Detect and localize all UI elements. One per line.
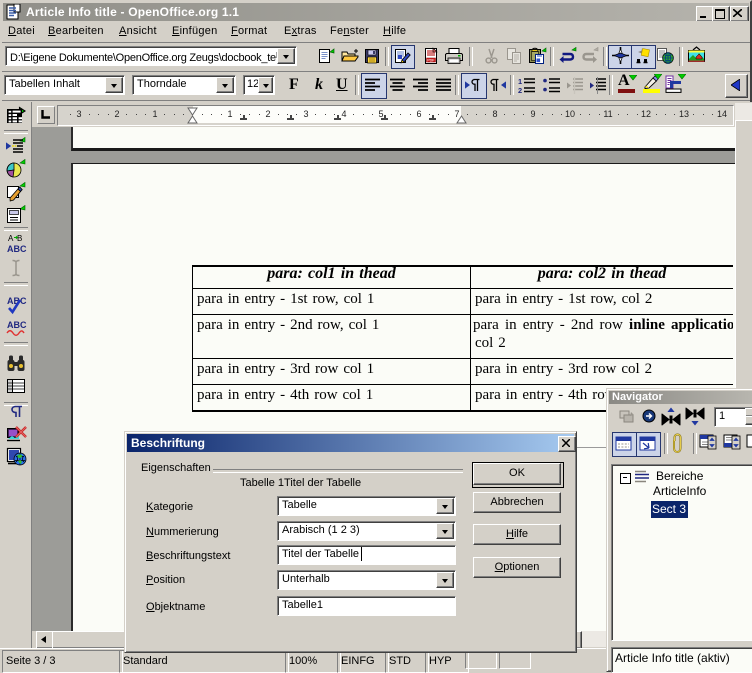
- svg-text:A: A: [8, 234, 14, 243]
- svg-text:B: B: [17, 234, 22, 243]
- svg-text:ABC: ABC: [7, 244, 27, 254]
- svg-text:1: 1: [518, 77, 522, 86]
- svg-text:ABC: ABC: [7, 320, 27, 330]
- svg-text:PDF: PDF: [427, 59, 435, 63]
- svg-text:2: 2: [518, 86, 522, 94]
